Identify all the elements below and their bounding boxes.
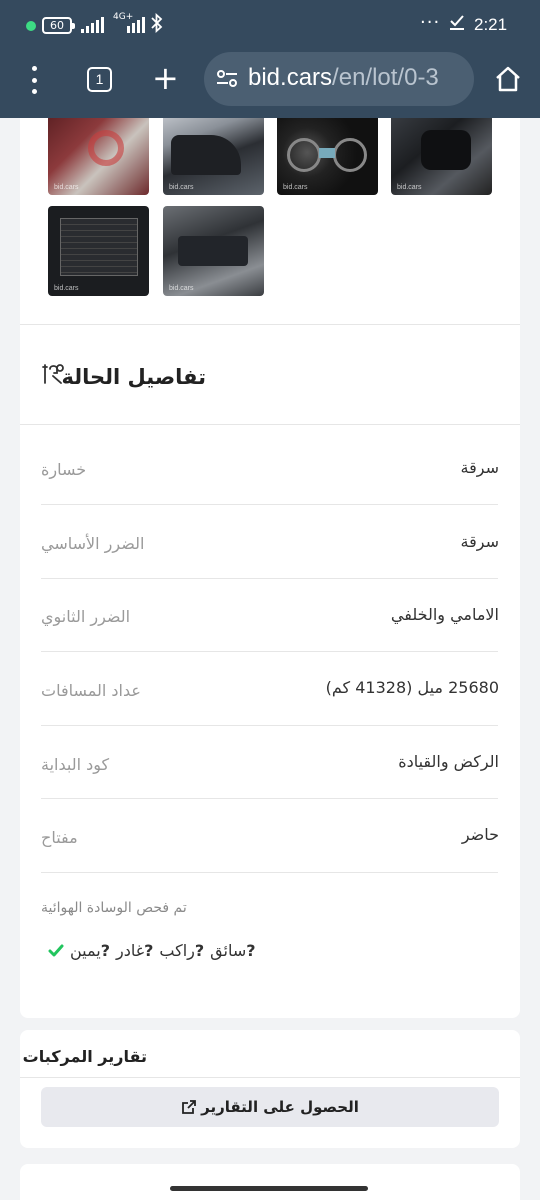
airbag-item-driver: ?سائق bbox=[210, 941, 256, 960]
browser-chrome: 60 4G+ ··· 2:21 1 + bid.cars/en/lot/0-3 bbox=[0, 0, 540, 118]
photo-thumbnail[interactable]: bid.cars bbox=[163, 206, 264, 296]
divider bbox=[20, 424, 520, 425]
page-content: bid.cars bid.cars bid.cars bid.cars bid.… bbox=[0, 118, 540, 1200]
check-icon bbox=[48, 944, 64, 956]
status-bar: 60 4G+ ··· 2:21 bbox=[0, 0, 540, 52]
airbag-item-left: ?غادر bbox=[116, 941, 154, 960]
photo-thumbnail[interactable]: bid.cars bbox=[48, 206, 149, 296]
row-value-secondary-damage: الامامي والخلفي bbox=[390, 605, 499, 624]
address-bar[interactable]: bid.cars/en/lot/0-3 bbox=[204, 52, 474, 106]
row-label-loss: خسارة bbox=[41, 460, 87, 479]
signal-icon bbox=[81, 17, 104, 33]
row-value-key: حاضر bbox=[461, 825, 499, 844]
tabs-icon[interactable]: 1 bbox=[87, 67, 112, 92]
airbag-item-passenger: ?راكب bbox=[159, 941, 205, 960]
gesture-bar[interactable] bbox=[170, 1186, 368, 1191]
watermark: bid.cars bbox=[54, 184, 79, 191]
row-value-loss: سرقة bbox=[460, 458, 499, 477]
divider bbox=[41, 725, 498, 726]
battery-icon: 60 bbox=[42, 17, 75, 34]
site-settings-icon[interactable] bbox=[216, 69, 238, 89]
privacy-indicator-icon bbox=[26, 21, 36, 31]
watermark: bid.cars bbox=[283, 184, 308, 191]
row-value-start-code: الركض والقيادة bbox=[398, 752, 499, 771]
row-value-odometer: 25680 ميل (41328 كم) bbox=[325, 678, 499, 697]
section-title-condition: تفاصيل الحالة bbox=[61, 365, 206, 389]
more-notifications-icon: ··· bbox=[420, 12, 441, 33]
watermark: bid.cars bbox=[169, 184, 194, 191]
row-label-start-code: كود البداية bbox=[41, 755, 110, 774]
clock: 2:21 bbox=[474, 15, 508, 34]
menu-icon[interactable] bbox=[26, 66, 42, 94]
airbag-status-list: ?يمين ?غادر ?راكب ?سائق bbox=[48, 941, 256, 960]
battery-level: 60 bbox=[50, 19, 64, 32]
divider bbox=[41, 798, 498, 799]
airbag-item-right: ?يمين bbox=[70, 941, 110, 960]
home-icon[interactable] bbox=[493, 64, 523, 94]
get-reports-label: الحصول على التقارير bbox=[201, 1098, 359, 1116]
row-label-secondary-damage: الضرر الثانوي bbox=[41, 607, 131, 626]
next-card bbox=[20, 1164, 520, 1200]
row-label-key: مفتاح bbox=[41, 828, 78, 847]
photo-thumbnail[interactable]: bid.cars bbox=[277, 118, 378, 195]
url-path: /en/lot/0-3 bbox=[332, 64, 439, 91]
reports-title: تقارير المركبات bbox=[22, 1047, 147, 1066]
download-icon bbox=[450, 15, 464, 30]
photo-thumbnail[interactable]: bid.cars bbox=[48, 118, 149, 195]
divider bbox=[20, 1077, 520, 1078]
watermark: bid.cars bbox=[397, 184, 422, 191]
divider bbox=[20, 324, 520, 325]
external-link-icon bbox=[182, 1100, 197, 1114]
divider bbox=[41, 651, 498, 652]
url-text: bid.cars/en/lot/0-3 bbox=[248, 64, 439, 92]
photo-thumbnail[interactable]: bid.cars bbox=[163, 118, 264, 195]
divider bbox=[41, 872, 498, 873]
url-host: bid.cars bbox=[248, 64, 333, 91]
bluetooth-icon bbox=[151, 13, 163, 33]
row-label-odometer: عداد المسافات bbox=[41, 681, 141, 700]
watermark: bid.cars bbox=[169, 285, 194, 292]
signal-2-icon bbox=[127, 17, 145, 33]
new-tab-icon[interactable]: + bbox=[152, 60, 179, 96]
browser-toolbar: 1 + bid.cars/en/lot/0-3 bbox=[0, 52, 540, 118]
photo-thumbnail[interactable]: bid.cars bbox=[391, 118, 492, 195]
divider bbox=[41, 578, 498, 579]
watermark: bid.cars bbox=[54, 285, 79, 292]
reports-card: تقارير المركبات الحصول على التقارير bbox=[20, 1030, 520, 1148]
condition-card: bid.cars bid.cars bid.cars bid.cars bid.… bbox=[20, 118, 520, 1018]
airbag-title: تم فحص الوسادة الهوائية bbox=[41, 900, 187, 916]
row-value-primary-damage: سرقة bbox=[460, 532, 499, 551]
row-label-primary-damage: الضرر الأساسي bbox=[41, 534, 145, 553]
tab-count: 1 bbox=[95, 71, 104, 87]
divider bbox=[41, 504, 498, 505]
get-reports-button[interactable]: الحصول على التقارير bbox=[41, 1087, 499, 1127]
